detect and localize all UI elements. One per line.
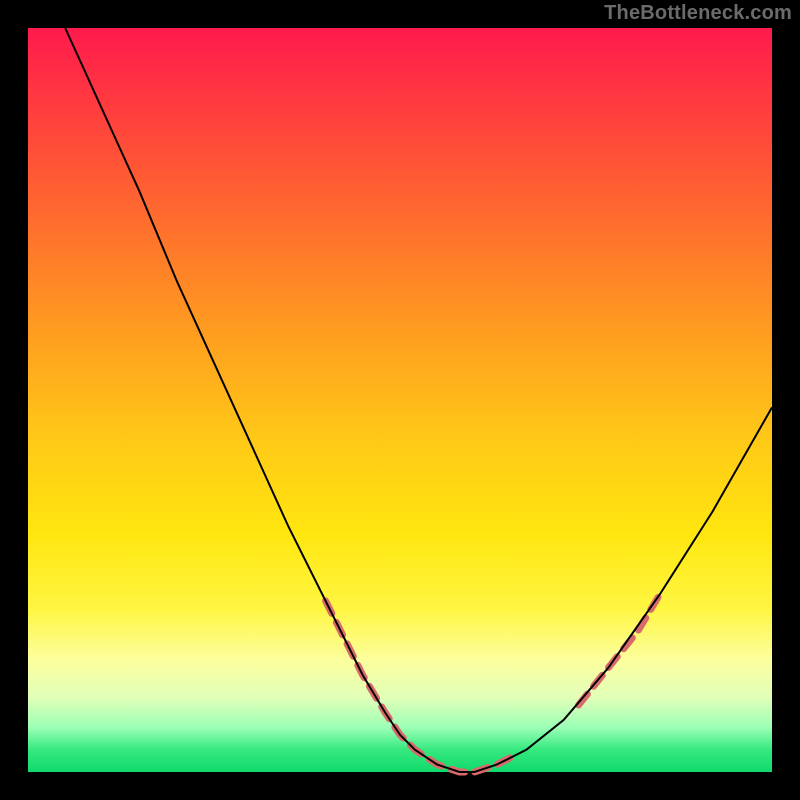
- plot-area: [28, 28, 772, 772]
- curve-layer: [28, 28, 772, 772]
- watermark-text: TheBottleneck.com: [604, 2, 792, 25]
- chart-frame: TheBottleneck.com: [0, 0, 800, 800]
- main-curve: [65, 28, 772, 772]
- highlight-segment-1: [326, 601, 512, 772]
